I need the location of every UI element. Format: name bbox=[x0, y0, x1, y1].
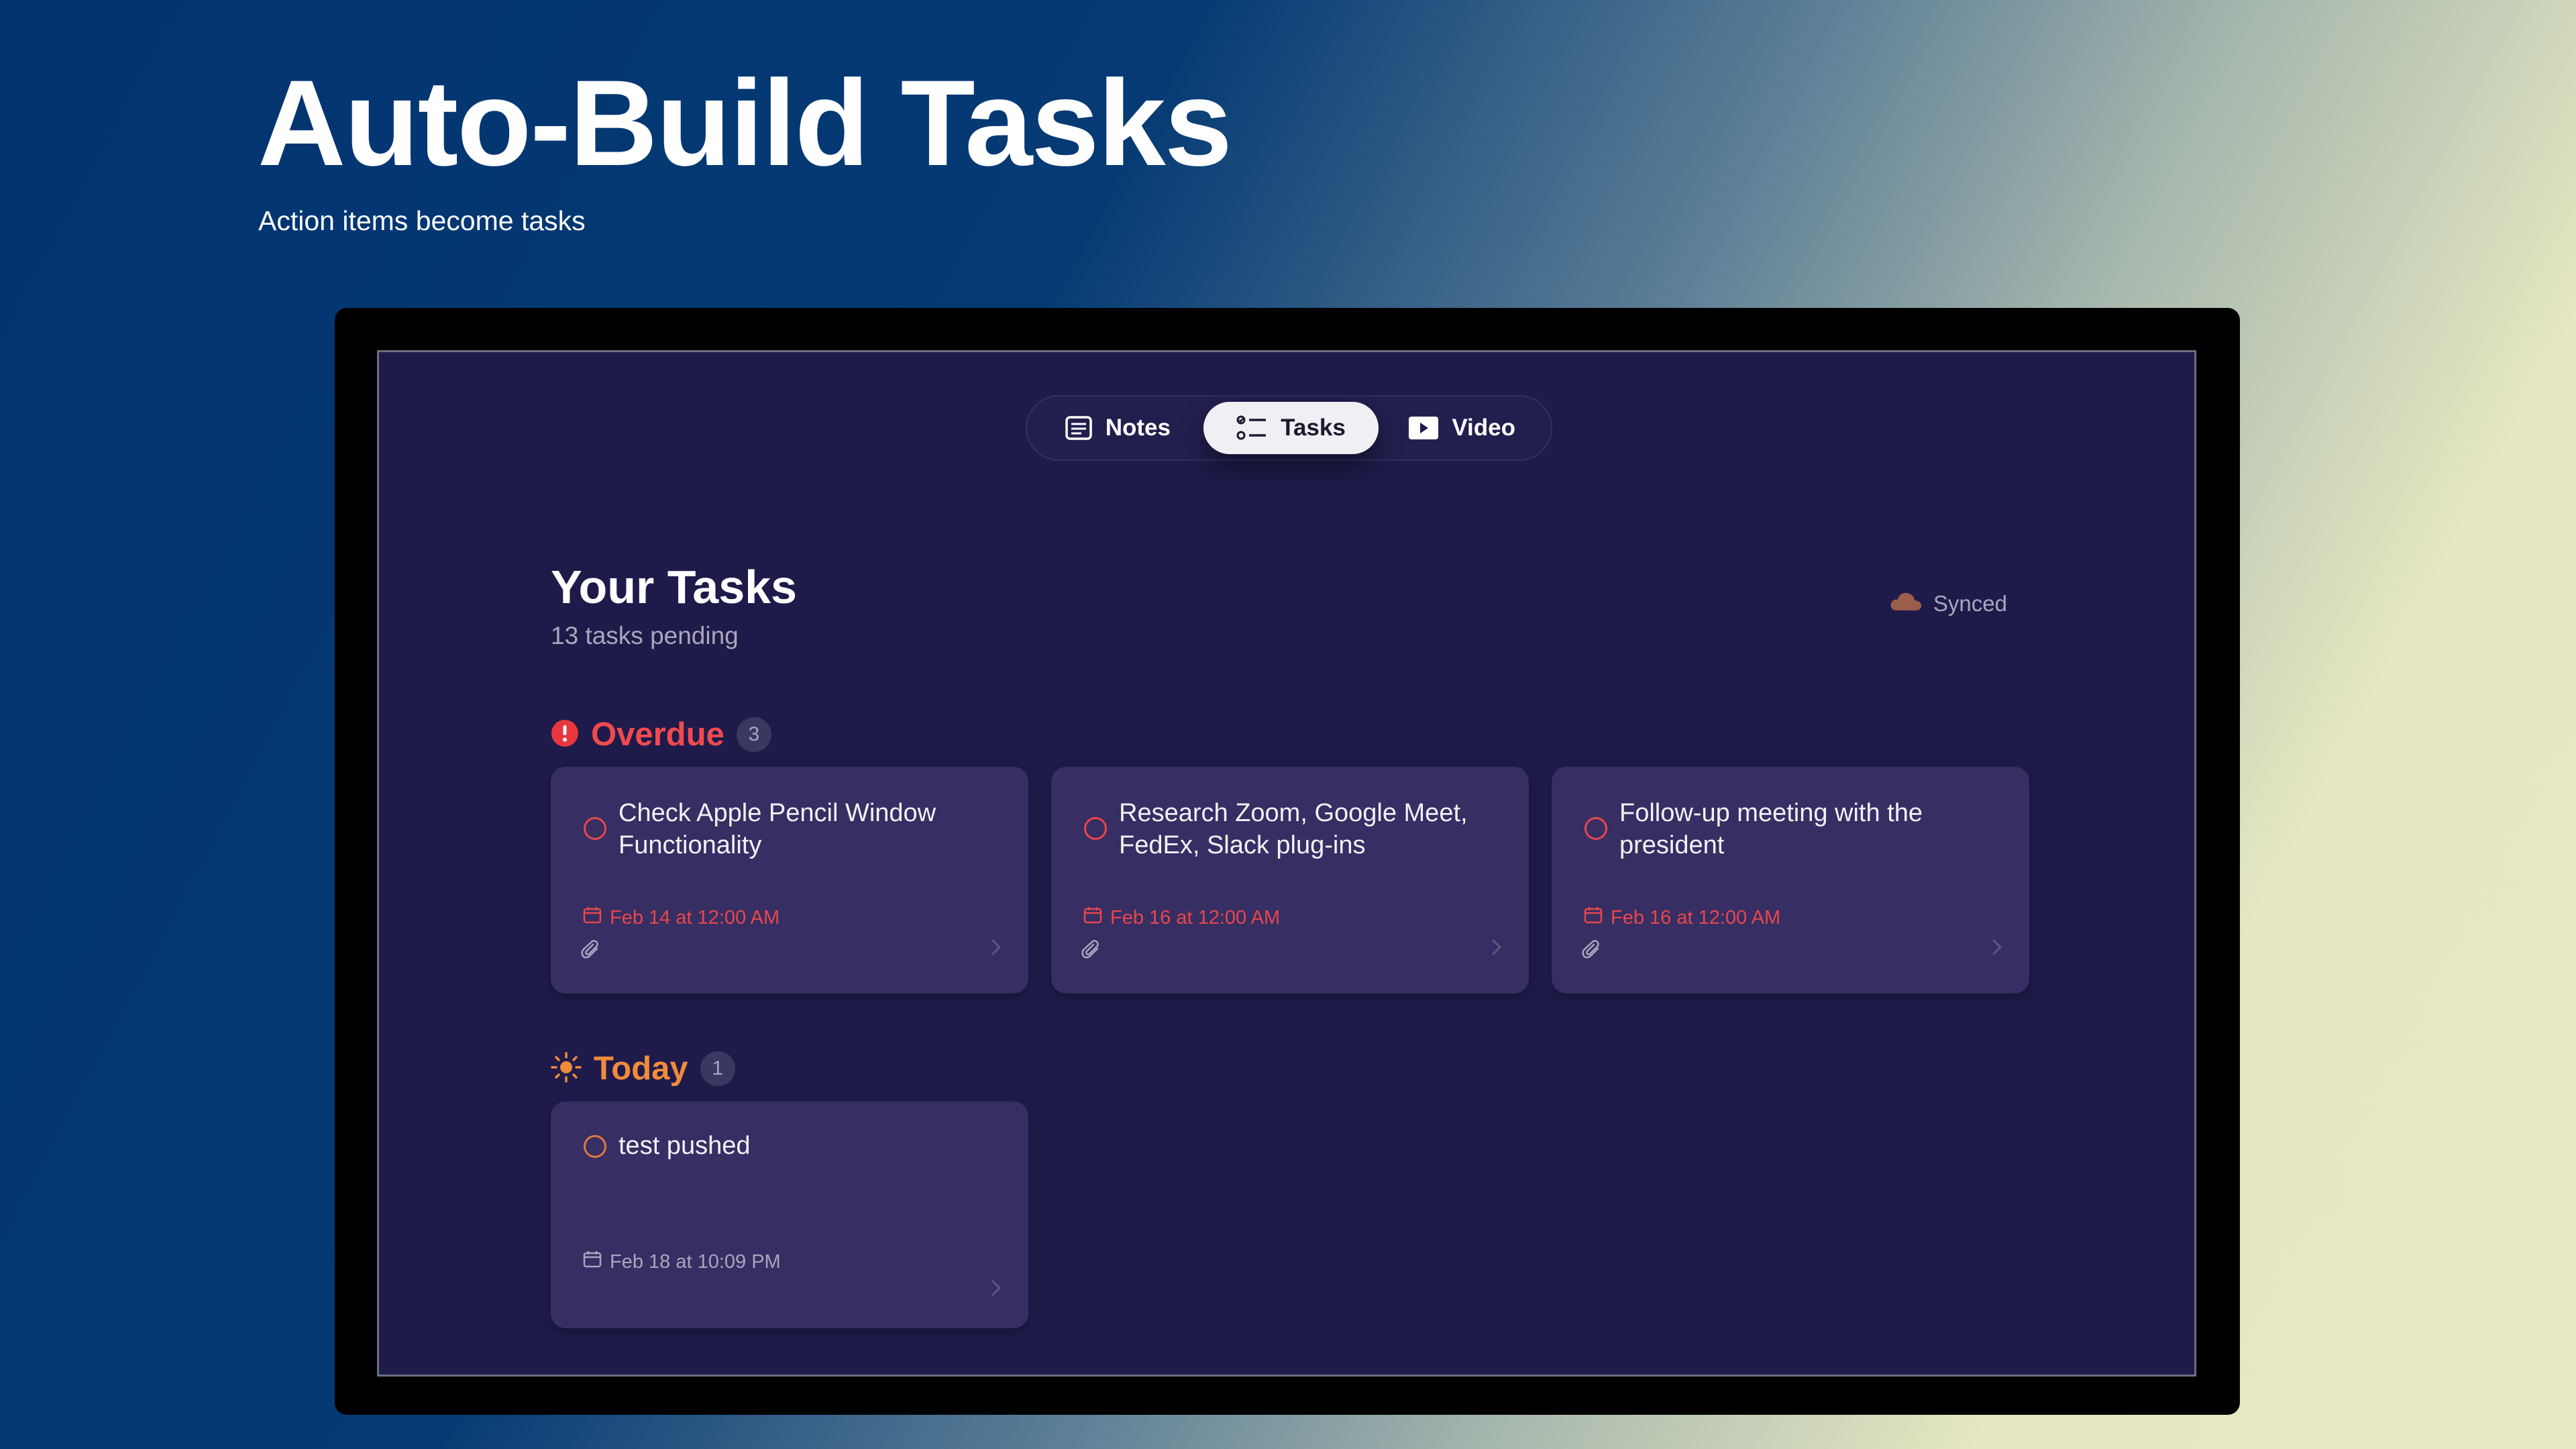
task-complete-toggle[interactable] bbox=[584, 817, 606, 840]
view-switcher: Notes Tasks Video bbox=[1026, 395, 1552, 461]
paperclip-icon bbox=[1582, 940, 1602, 965]
task-card[interactable]: test pushed Feb 18 at 10:09 PM bbox=[551, 1102, 1028, 1328]
tab-tasks[interactable]: Tasks bbox=[1203, 402, 1379, 454]
tab-notes-label: Notes bbox=[1105, 415, 1171, 441]
task-card[interactable]: Check Apple Pencil Window Functionality … bbox=[551, 767, 1028, 994]
tab-notes[interactable]: Notes bbox=[1032, 402, 1203, 454]
alert-icon bbox=[551, 719, 579, 751]
task-due: Feb 16 at 12:00 AM bbox=[1584, 906, 1780, 929]
chevron-right-icon bbox=[1491, 938, 1502, 959]
chevron-right-icon bbox=[1992, 938, 2002, 959]
app-screen: Notes Tasks Video Your Tasks 13 tasks pe… bbox=[377, 350, 2196, 1377]
play-icon bbox=[1409, 417, 1439, 439]
task-due-label: Feb 16 at 12:00 AM bbox=[1611, 906, 1781, 928]
task-title: Check Apple Pencil Window Functionality bbox=[619, 799, 936, 859]
task-complete-toggle[interactable] bbox=[1084, 817, 1107, 840]
hero-title: Auto-Build Tasks bbox=[258, 54, 1232, 191]
task-due: Feb 18 at 10:09 PM bbox=[583, 1250, 781, 1273]
task-due: Feb 14 at 12:00 AM bbox=[583, 906, 780, 929]
notes-icon bbox=[1065, 416, 1092, 440]
overdue-count-badge: 3 bbox=[736, 717, 771, 752]
task-due-label: Feb 16 at 12:00 AM bbox=[1110, 906, 1281, 928]
calendar-icon bbox=[583, 1250, 602, 1273]
device-frame: Notes Tasks Video Your Tasks 13 tasks pe… bbox=[335, 308, 2240, 1415]
today-header: Today 1 bbox=[551, 1050, 735, 1087]
today-tasks: test pushed Feb 18 at 10:09 PM bbox=[551, 1102, 1028, 1328]
task-title: Follow-up meeting with the president bbox=[1619, 799, 1923, 859]
tasks-list-icon bbox=[1236, 415, 1267, 441]
sync-label: Synced bbox=[1933, 591, 2007, 616]
calendar-icon bbox=[1083, 906, 1102, 929]
task-due-label: Feb 14 at 12:00 AM bbox=[610, 906, 780, 928]
sun-icon bbox=[551, 1051, 582, 1086]
task-due: Feb 16 at 12:00 AM bbox=[1083, 906, 1280, 929]
overdue-tasks: Check Apple Pencil Window Functionality … bbox=[551, 767, 2029, 994]
task-title: Research Zoom, Google Meet, FedEx, Slack… bbox=[1119, 799, 1468, 859]
task-due-label: Feb 18 at 10:09 PM bbox=[610, 1250, 781, 1273]
overdue-title: Overdue bbox=[591, 716, 724, 753]
tab-tasks-label: Tasks bbox=[1281, 415, 1346, 441]
hero-subtitle: Action items become tasks bbox=[258, 205, 586, 236]
today-title: Today bbox=[594, 1051, 688, 1087]
tab-video-label: Video bbox=[1452, 415, 1515, 441]
task-complete-toggle[interactable] bbox=[1585, 817, 1607, 840]
task-card[interactable]: Research Zoom, Google Meet, FedEx, Slack… bbox=[1051, 767, 1529, 994]
task-title: test pushed bbox=[619, 1132, 751, 1160]
chevron-right-icon bbox=[991, 1279, 1002, 1300]
calendar-icon bbox=[1584, 906, 1603, 929]
task-complete-toggle[interactable] bbox=[584, 1135, 606, 1158]
calendar-icon bbox=[583, 906, 602, 929]
paperclip-icon bbox=[581, 940, 601, 965]
today-count-badge: 1 bbox=[700, 1051, 735, 1086]
tab-video[interactable]: Video bbox=[1379, 402, 1546, 454]
cloud-icon bbox=[1889, 590, 1923, 617]
sync-status: Synced bbox=[1889, 590, 2007, 617]
pending-count: 13 tasks pending bbox=[551, 622, 739, 649]
page-title: Your Tasks bbox=[551, 561, 797, 613]
overdue-header: Overdue 3 bbox=[551, 716, 771, 753]
paperclip-icon bbox=[1081, 940, 1102, 965]
task-card[interactable]: Follow-up meeting with the president Feb… bbox=[1552, 767, 2029, 994]
chevron-right-icon bbox=[991, 938, 1002, 959]
